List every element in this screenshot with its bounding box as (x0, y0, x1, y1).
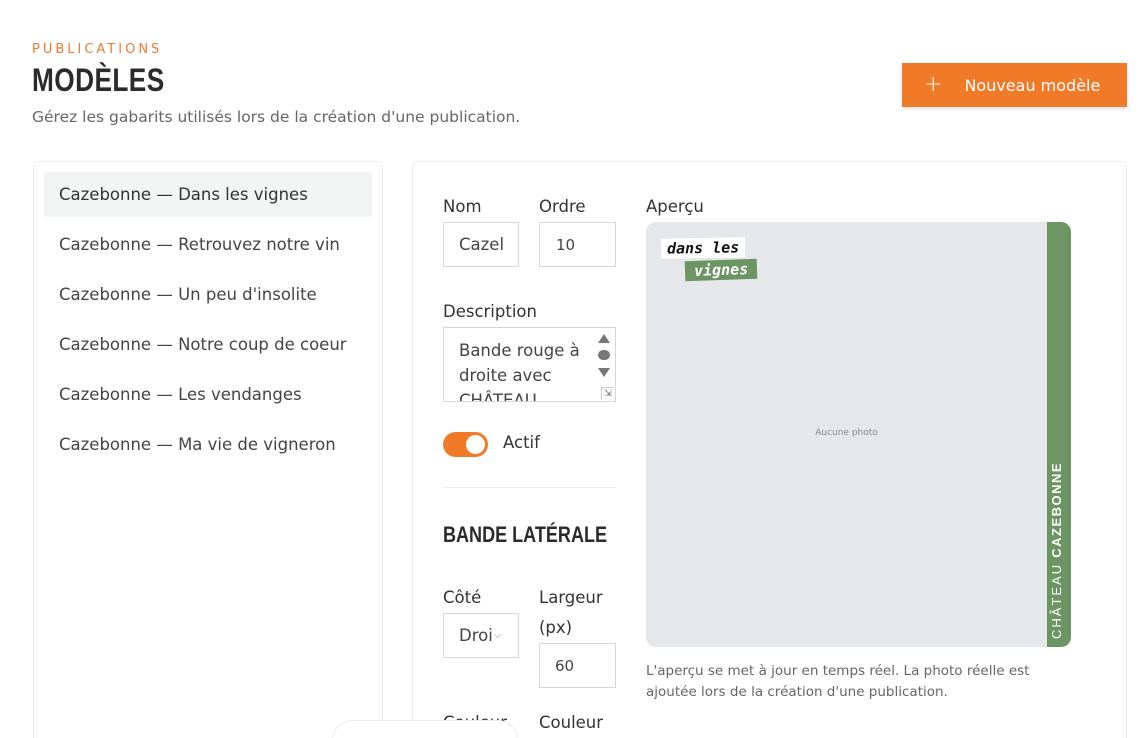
band-text-bold: CAZEBONNE (1049, 461, 1064, 558)
active-toggle[interactable] (443, 432, 488, 457)
list-item-label: Cazebonne — Retrouvez notre vin (59, 235, 340, 254)
side-label: Côté (443, 588, 482, 607)
list-item[interactable]: Cazebonne — Les vendanges (44, 372, 372, 417)
chevron-down-icon: ⌵ (493, 630, 502, 641)
side-band-section-title: BANDE LATÉRALE (443, 522, 608, 547)
list-item-label: Cazebonne — Ma vie de vigneron (59, 435, 336, 454)
scroll-thumb[interactable] (598, 350, 610, 360)
description-label: Description (443, 302, 537, 321)
new-template-button[interactable]: + Nouveau modèle (902, 63, 1127, 107)
preview-note: L'aperçu se met à jour en temps réel. La… (646, 663, 1030, 700)
scroll-up-icon[interactable] (598, 334, 610, 343)
name-label: Nom (443, 197, 482, 216)
list-item-label: Cazebonne — Les vendanges (59, 385, 302, 404)
list-item[interactable]: Cazebonne — Dans les vignes (44, 172, 372, 217)
page-title: MODÈLES (32, 62, 165, 98)
list-item[interactable]: Cazebonne — Un peu d'insolite (44, 272, 372, 317)
floating-card (332, 720, 518, 738)
resize-grip-icon[interactable]: ⇲ (601, 387, 614, 400)
toggle-knob (466, 435, 485, 454)
preview-canvas: Aucune photo dans les vignes CHÂTEAU CAZ… (646, 222, 1071, 647)
band-label: CHÂTEAU CAZEBONNE (1049, 462, 1064, 639)
page-eyebrow: PUBLICATIONS (32, 42, 163, 57)
list-item-label: Cazebonne — Un peu d'insolite (59, 285, 317, 304)
side-band: CHÂTEAU CAZEBONNE (1047, 222, 1071, 647)
list-item[interactable]: Cazebonne — Ma vie de vigneron (44, 422, 372, 467)
name-input[interactable]: Cazel (443, 222, 519, 267)
active-label: Actif (503, 433, 540, 452)
side-select-value: Droi (459, 626, 493, 645)
section-divider (443, 487, 616, 488)
order-label: Ordre (539, 197, 586, 216)
description-text: Bande rouge à droite avec CHÂTEAU (459, 341, 580, 402)
band-text-light: CHÂTEAU (1049, 562, 1064, 639)
list-item-label: Cazebonne — Notre coup de coeur (59, 335, 347, 354)
template-list: Cazebonne — Dans les vignes Cazebonne — … (33, 161, 383, 738)
width-input[interactable]: 60 (539, 643, 616, 688)
title-tag-line2: vignes (684, 258, 758, 282)
list-item[interactable]: Cazebonne — Notre coup de coeur (44, 322, 372, 367)
preview-label: Aperçu (646, 197, 704, 216)
color-label: Couleur (539, 713, 604, 732)
order-input[interactable]: 10 (539, 222, 616, 267)
title-tag-line1: dans les (660, 237, 746, 259)
page-subtitle: Gérez les gabarits utilisés lors de la c… (32, 108, 521, 126)
list-item-label: Cazebonne — Dans les vignes (59, 185, 308, 204)
new-template-label: Nouveau modèle (964, 75, 1101, 95)
side-select[interactable]: Droi ⌵ (443, 613, 519, 658)
band-text: CHÂTEAU CAZEBONNE (1047, 439, 1071, 639)
no-photo-text: Aucune photo (815, 428, 878, 438)
width-label: Largeur (px) (539, 588, 603, 637)
scroll-down-icon[interactable] (598, 368, 610, 377)
plus-icon: + (924, 72, 943, 97)
list-item[interactable]: Cazebonne — Retrouvez notre vin (44, 222, 372, 267)
description-textarea[interactable]: Bande rouge à droite avec CHÂTEAU ⇲ (443, 327, 616, 402)
